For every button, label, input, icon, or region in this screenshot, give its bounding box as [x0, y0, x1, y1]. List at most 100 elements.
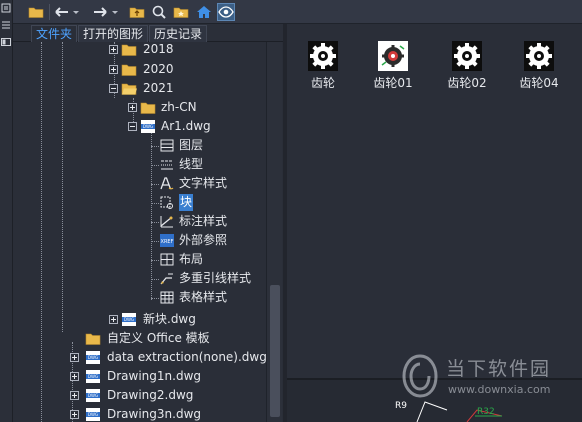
- tree-scrollbar[interactable]: [266, 42, 282, 422]
- watermark-url: www.downxia.com: [448, 383, 551, 396]
- block-thumbnail[interactable]: 齿轮04: [514, 41, 564, 91]
- gear-icon: [378, 41, 408, 71]
- tree-item-label: 块: [179, 194, 194, 211]
- favorites-icon[interactable]: [172, 3, 190, 21]
- toolbar: [13, 0, 582, 24]
- expand-icon[interactable]: [70, 353, 79, 362]
- block-icon: [160, 196, 173, 209]
- linetype-icon: [161, 160, 173, 170]
- svg-text:DWG: DWG: [88, 355, 98, 360]
- watermark-logo-icon: [402, 354, 438, 398]
- tree-item-drawing3n-dwg[interactable]: DWG Drawing3n.dwg: [13, 405, 266, 422]
- tree-item-layout[interactable]: 布局: [13, 250, 266, 269]
- home-icon[interactable]: [195, 3, 213, 21]
- expand-icon[interactable]: [109, 65, 118, 74]
- dimension-label: R32: [477, 407, 495, 417]
- block-thumbnail[interactable]: 齿轮02: [442, 41, 492, 91]
- tree-item-text-style[interactable]: 文字样式: [13, 174, 266, 193]
- tree-item-ar1-dwg[interactable]: DWG Ar1.dwg: [13, 117, 266, 136]
- tree-item-office-templates[interactable]: 自定义 Office 模板: [13, 329, 266, 348]
- tree-item-2020[interactable]: 2020: [13, 60, 266, 79]
- list-icon[interactable]: [1, 20, 11, 30]
- tab-folders[interactable]: 文件夹: [31, 25, 78, 44]
- block-thumbnail[interactable]: 齿轮: [298, 41, 348, 91]
- watermark: 当下软件园 www.downxia.com: [400, 352, 575, 402]
- tree-item-label: Ar1.dwg: [161, 119, 211, 133]
- table-style-icon: [160, 291, 174, 304]
- svg-text:DWG: DWG: [88, 412, 98, 417]
- tree-item-label: Drawing3n.dwg: [107, 407, 202, 421]
- tree-item-table-style[interactable]: 表格样式: [13, 288, 266, 307]
- gear-icon: [524, 41, 554, 71]
- tree-item-label: 表格样式: [179, 290, 228, 304]
- expand-icon[interactable]: [109, 45, 118, 54]
- back-arrow-icon[interactable]: [53, 3, 71, 21]
- tree-item-xref[interactable]: XREF 外部参照: [13, 231, 266, 250]
- tree-item-drawing2-dwg[interactable]: DWG Drawing2.dwg: [13, 386, 266, 405]
- tree-item-label: 线型: [179, 157, 204, 171]
- tree-item-label: 自定义 Office 模板: [107, 331, 210, 345]
- tree-item-zh-cn[interactable]: zh-CN: [13, 98, 266, 117]
- dropdown-icon[interactable]: [111, 3, 119, 21]
- dwg-file-icon: DWG: [86, 370, 100, 383]
- thumbnail-label: 齿轮04: [519, 76, 559, 90]
- dropdown-icon[interactable]: [72, 3, 80, 21]
- expand-icon[interactable]: [128, 103, 137, 112]
- folder-tree: 2018 2020 2021 zh-CN DWG Ar1.dwg 图层 线型 文…: [13, 42, 266, 422]
- folder-open-icon: [121, 83, 137, 95]
- tree-item-label: 标注样式: [179, 214, 228, 228]
- svg-text:DWG: DWG: [88, 393, 98, 398]
- collapse-icon[interactable]: [128, 122, 137, 131]
- tree-item-2018[interactable]: 2018: [13, 42, 266, 59]
- folder-icon: [121, 64, 137, 76]
- tree-item-mleader-style[interactable]: 多重引线样式: [13, 269, 266, 288]
- tree-item-new-block-dwg[interactable]: DWG 新块.dwg: [13, 310, 266, 329]
- forward-arrow-icon[interactable]: [91, 3, 109, 21]
- dwg-file-icon: DWG: [86, 351, 100, 364]
- tree-item-2021[interactable]: 2021: [13, 79, 266, 98]
- properties-icon[interactable]: [1, 3, 11, 13]
- tab-history[interactable]: 历史记录: [149, 25, 208, 42]
- tree-item-label: Drawing2.dwg: [107, 388, 194, 402]
- folder-icon: [140, 102, 156, 114]
- panel-icon[interactable]: [1, 37, 11, 47]
- svg-text:DWG: DWG: [143, 124, 153, 129]
- tab-open-drawings[interactable]: 打开的图形: [78, 25, 149, 42]
- tree-item-label: 外部参照: [179, 233, 228, 247]
- tree-item-block[interactable]: 块: [13, 193, 266, 212]
- up-folder-icon[interactable]: [128, 3, 146, 21]
- scrollbar-thumb[interactable]: [270, 285, 280, 417]
- tree-item-label: 多重引线样式: [179, 271, 252, 285]
- watermark-title: 当下软件园: [446, 358, 552, 380]
- folder-icon[interactable]: [27, 3, 45, 21]
- tree-item-label: 图层: [179, 138, 204, 152]
- xref-icon: XREF: [160, 234, 174, 247]
- tree-item-label: 2018: [143, 42, 174, 56]
- tree-item-label: data extraction(none).dwg: [107, 350, 266, 364]
- folder-icon: [85, 333, 101, 345]
- tree-item-label: zh-CN: [161, 100, 197, 114]
- dwg-file-icon: DWG: [86, 408, 100, 421]
- expand-icon[interactable]: [70, 410, 79, 419]
- tree-item-label: 2020: [143, 62, 174, 76]
- tree-item-layers[interactable]: 图层: [13, 136, 266, 155]
- expand-icon[interactable]: [70, 391, 79, 400]
- expand-icon[interactable]: [109, 315, 118, 324]
- left-strip: [0, 0, 13, 422]
- dwg-file-icon: DWG: [141, 120, 155, 133]
- tree-item-data-extraction-dwg[interactable]: DWG data extraction(none).dwg: [13, 348, 266, 367]
- tree-item-label: 文字样式: [179, 176, 228, 190]
- block-thumbnail[interactable]: 齿轮01: [368, 41, 418, 91]
- tree-item-linetype[interactable]: 线型: [13, 155, 266, 174]
- thumbnail-label: 齿轮02: [447, 76, 487, 90]
- content-pane: 齿轮 齿轮01 齿轮02 齿轮04: [287, 24, 582, 378]
- gear-icon: [452, 41, 482, 71]
- search-icon[interactable]: [150, 3, 168, 21]
- thumbnail-label: 齿轮: [310, 76, 335, 90]
- folder-icon: [121, 44, 137, 56]
- tree-item-dim-style[interactable]: 标注样式: [13, 212, 266, 231]
- expand-icon[interactable]: [70, 372, 79, 381]
- tree-item-drawing1n-dwg[interactable]: DWG Drawing1n.dwg: [13, 367, 266, 386]
- eye-icon[interactable]: [217, 3, 235, 21]
- collapse-icon[interactable]: [109, 84, 118, 93]
